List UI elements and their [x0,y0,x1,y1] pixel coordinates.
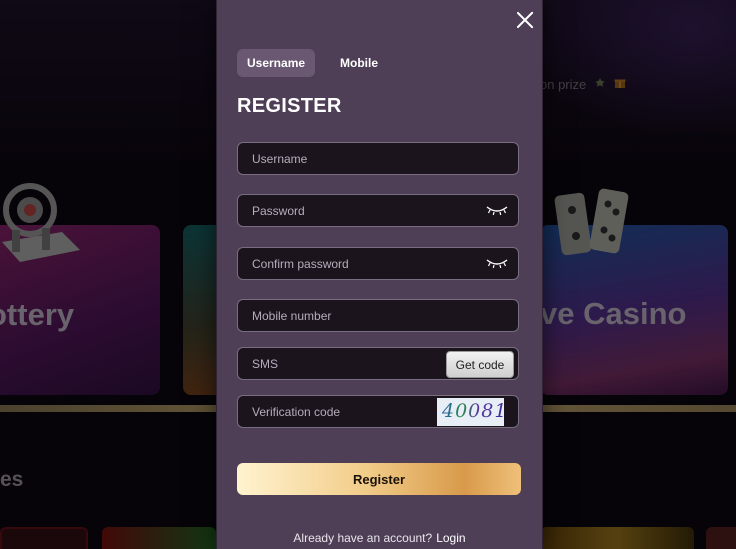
captcha-text: 40081 [442,400,504,422]
verification-field-container: 40081 [237,395,519,428]
login-prompt: Already have an account? Login [217,531,542,545]
eye-closed-icon[interactable] [486,256,508,270]
confirm-password-input[interactable] [238,248,518,279]
username-field-container [237,142,519,175]
sms-field-container: Get code [237,347,519,380]
register-button[interactable]: Register [237,463,521,495]
password-input[interactable] [238,195,518,226]
username-input[interactable] [238,143,518,174]
confirm-password-field-container [237,247,519,280]
login-link[interactable]: Login [436,531,465,545]
eye-closed-icon[interactable] [486,203,508,217]
tab-username[interactable]: Username [237,49,316,77]
login-prompt-text: Already have an account? [293,531,433,545]
password-field-container [237,194,519,227]
get-code-button[interactable]: Get code [446,351,514,378]
tab-mobile[interactable]: Mobile [330,49,388,77]
mobile-number-input[interactable] [238,300,518,331]
close-icon[interactable] [513,8,537,32]
mobile-number-field-container [237,299,519,332]
captcha-image[interactable]: 40081 [437,398,504,426]
register-heading: REGISTER [237,95,342,117]
register-modal: Username Mobile REGISTER Get code [216,0,543,549]
